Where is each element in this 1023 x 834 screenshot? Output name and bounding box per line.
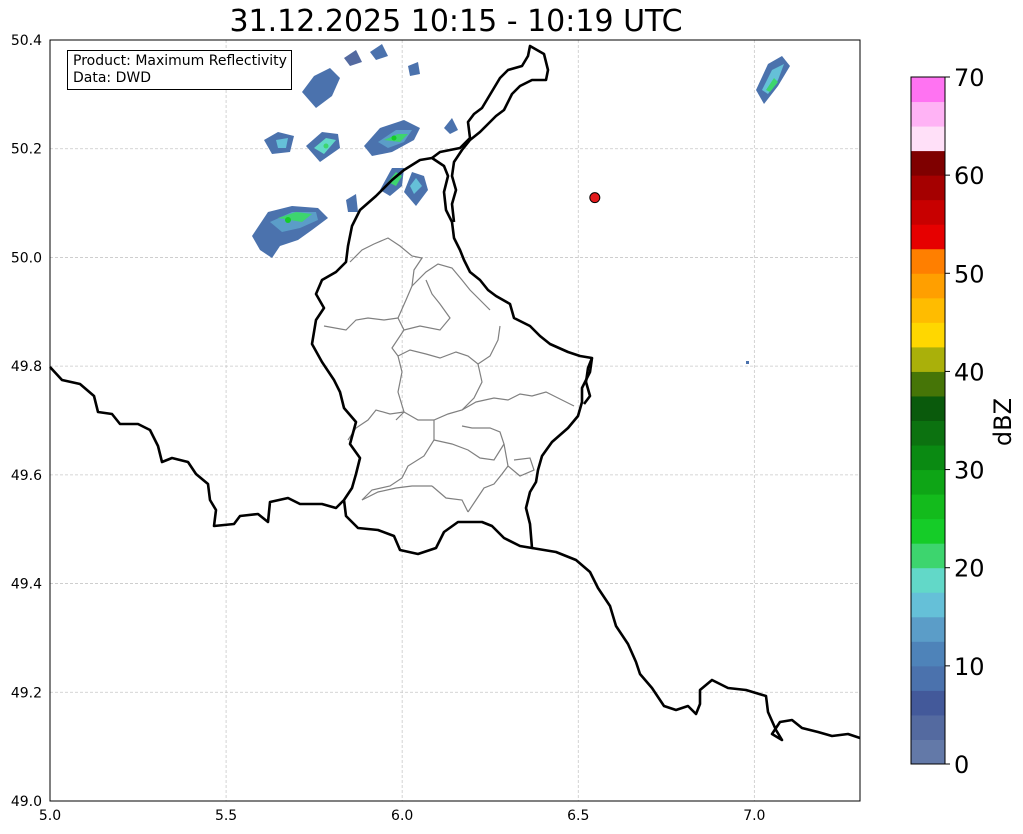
x-tick-label: 6.0: [391, 808, 413, 824]
colorbar-bin: [911, 199, 945, 225]
colorbar-bin: [911, 518, 945, 544]
colorbar-bin: [911, 322, 945, 348]
colorbar-bin: [911, 371, 945, 397]
colorbar-bin: [911, 494, 945, 520]
colorbar-tick-label: 0: [954, 751, 969, 779]
colorbar-label: dBZ: [989, 398, 1017, 446]
x-tick-label: 5.0: [39, 808, 61, 824]
colorbar-bin: [911, 616, 945, 642]
y-tick-label: 50.4: [11, 33, 42, 49]
colorbar-tick-label: 70: [954, 64, 985, 92]
colorbar-bin: [911, 248, 945, 274]
map-background: [50, 40, 860, 801]
colorbar-bin: [911, 126, 945, 152]
colorbar-bin: [911, 273, 945, 299]
colorbar-bin: [911, 346, 945, 372]
radar-station-marker: [589, 192, 601, 204]
product-line: Product: Maximum Reflectivity: [73, 53, 287, 69]
colorbar-bin: [911, 714, 945, 740]
radar-map: 5.0 5.5 6.0 6.5 7.0 49.0 49.2 49.4 49.6 49.8 50.0…: [11, 33, 1017, 824]
y-tick-label: 49.4: [11, 577, 42, 593]
y-tick-label: 50.2: [11, 142, 42, 158]
x-axis-tick-labels: 5.0 5.5 6.0 6.5 7.0: [39, 808, 766, 824]
colorbar-bin: [911, 77, 945, 103]
colorbar-bin: [911, 175, 945, 201]
colorbar-tick-labels: 0 10 20 30 40 50 60 70: [945, 64, 985, 779]
colorbar-bin: [911, 543, 945, 569]
x-tick-label: 6.5: [567, 808, 589, 824]
colorbar-bin: [911, 567, 945, 593]
colorbar-bin: [911, 395, 945, 421]
y-tick-label: 49.0: [11, 794, 42, 810]
y-axis-tick-labels: 49.0 49.2 49.4 49.6 49.8 50.0 50.2 50.4: [11, 33, 42, 810]
colorbar-bin: [911, 690, 945, 716]
colorbar-tick-label: 20: [954, 555, 985, 583]
colorbar-bin: [911, 420, 945, 446]
colorbar-tick-label: 10: [954, 653, 985, 681]
colorbar-bin: [911, 445, 945, 471]
colorbar-bin: [911, 150, 945, 176]
y-tick-label: 50.0: [11, 250, 42, 266]
x-tick-label: 5.5: [215, 808, 237, 824]
x-tick-label: 7.0: [743, 808, 765, 824]
data-source-line: Data: DWD: [73, 70, 151, 86]
colorbar-bin: [911, 224, 945, 250]
colorbar-tick-label: 30: [954, 457, 985, 485]
colorbar-bin: [911, 641, 945, 667]
colorbar-bin: [911, 592, 945, 618]
colorbar: [910, 76, 946, 765]
y-tick-label: 49.2: [11, 685, 42, 701]
colorbar-bin: [911, 739, 945, 765]
colorbar-bin: [911, 297, 945, 323]
y-tick-label: 49.8: [11, 359, 42, 375]
y-tick-label: 49.6: [11, 468, 42, 484]
colorbar-tick-label: 60: [954, 162, 985, 190]
colorbar-tick-label: 50: [954, 260, 985, 288]
colorbar-bin: [911, 469, 945, 495]
colorbar-bin: [911, 101, 945, 127]
product-info-box: Product: Maximum Reflectivity Data: DWD: [67, 50, 292, 90]
colorbar-tick-label: 40: [954, 358, 985, 386]
colorbar-bin: [911, 665, 945, 691]
